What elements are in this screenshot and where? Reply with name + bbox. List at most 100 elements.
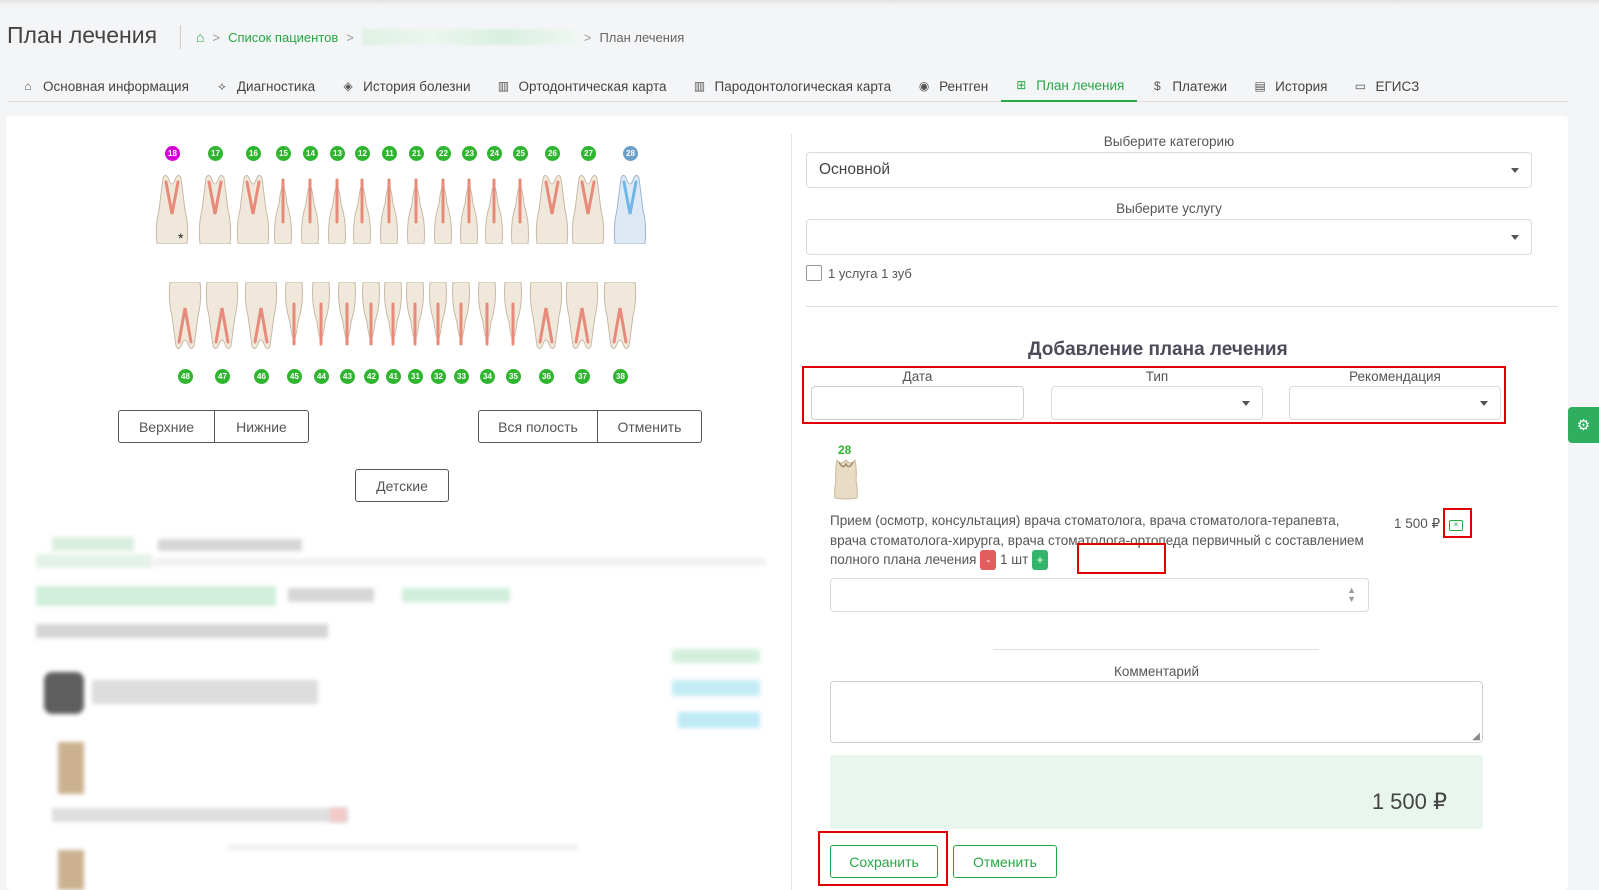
tooth-17[interactable] xyxy=(197,172,233,244)
tooth-11[interactable] xyxy=(377,172,401,244)
one-service-one-tooth-checkbox[interactable] xyxy=(806,265,822,281)
tooth-number-11[interactable]: 11 xyxy=(382,146,397,161)
breadcrumb-patient-name-redacted[interactable] xyxy=(361,29,576,45)
tooth-number-14[interactable]: 14 xyxy=(303,146,318,161)
tooth-number-47[interactable]: 47 xyxy=(215,369,230,384)
save-button[interactable]: Сохранить xyxy=(830,845,938,878)
recommendation-select[interactable] xyxy=(1289,386,1501,420)
tooth-number-28[interactable]: 28 xyxy=(623,146,638,161)
home-icon[interactable]: ⌂ xyxy=(196,29,204,45)
tooth-number-25[interactable]: 25 xyxy=(513,146,528,161)
resize-handle-icon[interactable]: ◢ xyxy=(1472,731,1480,742)
tooth-number-16[interactable]: 16 xyxy=(246,146,261,161)
tooth-24[interactable] xyxy=(482,172,506,244)
tooth-21[interactable] xyxy=(404,172,428,244)
tooth-36[interactable] xyxy=(528,282,564,352)
tooth-22[interactable] xyxy=(431,172,455,244)
tooth-18[interactable] xyxy=(154,172,190,244)
tab-treatment-plan[interactable]: ⊞ План лечения xyxy=(1001,70,1138,102)
tooth-number-18[interactable]: 18 xyxy=(165,146,180,161)
tooth-number-44[interactable]: 44 xyxy=(314,369,329,384)
tooth-number-33[interactable]: 33 xyxy=(454,369,469,384)
tooth-number-13[interactable]: 13 xyxy=(330,146,345,161)
tab-medical-history[interactable]: ◈ История болезни xyxy=(328,70,483,102)
children-teeth-button[interactable]: Детские xyxy=(355,469,449,502)
tooth-number-48[interactable]: 48 xyxy=(178,369,193,384)
tooth-number-41[interactable]: 41 xyxy=(386,369,401,384)
upper-jaw-button[interactable]: Верхние xyxy=(118,410,215,443)
quantity-decrease-button[interactable]: - xyxy=(980,550,997,571)
tooth-number-17[interactable]: 17 xyxy=(208,146,223,161)
tooth-12[interactable] xyxy=(350,172,374,244)
tooth-42[interactable] xyxy=(359,282,383,352)
tooth-45[interactable] xyxy=(282,282,306,352)
comment-textarea[interactable]: ◢ xyxy=(830,681,1483,743)
tooth-48[interactable] xyxy=(167,282,203,352)
cancel-selection-button[interactable]: Отменить xyxy=(597,410,702,443)
form-divider xyxy=(806,306,1558,307)
tooth-number-22[interactable]: 22 xyxy=(436,146,451,161)
tooth-number-42[interactable]: 42 xyxy=(364,369,379,384)
date-input[interactable] xyxy=(811,386,1024,420)
tooth-41[interactable] xyxy=(381,282,405,352)
tooth-38[interactable] xyxy=(602,282,638,352)
tooth-16[interactable] xyxy=(235,172,271,244)
lower-jaw-button[interactable]: Нижние xyxy=(214,410,309,443)
breadcrumb-patients-link[interactable]: Список пациентов xyxy=(228,30,338,45)
tooth-number-43[interactable]: 43 xyxy=(340,369,355,384)
tooth-number-26[interactable]: 26 xyxy=(545,146,560,161)
category-select[interactable]: Основной xyxy=(806,152,1532,188)
tooth-37[interactable] xyxy=(564,282,600,352)
tooth-number-27[interactable]: 27 xyxy=(581,146,596,161)
tooth-number-36[interactable]: 36 xyxy=(539,369,554,384)
whole-cavity-button[interactable]: Вся полость xyxy=(478,410,598,443)
tab-main-info[interactable]: ⌂ Основная информация xyxy=(8,70,202,102)
tooth-25[interactable] xyxy=(508,172,532,244)
tooth-47[interactable] xyxy=(204,282,240,352)
tooth-number-23[interactable]: 23 xyxy=(462,146,477,161)
tooth-number-38[interactable]: 38 xyxy=(613,369,628,384)
tooth-number-35[interactable]: 35 xyxy=(506,369,521,384)
settings-gear-icon[interactable]: ⚙ xyxy=(1568,407,1599,443)
tooth-35[interactable] xyxy=(501,282,525,352)
tooth-27[interactable] xyxy=(570,172,606,244)
tooth-15[interactable] xyxy=(271,172,295,244)
map-icon: ▥ xyxy=(497,79,510,93)
tooth-23[interactable] xyxy=(457,172,481,244)
tooth-number-45[interactable]: 45 xyxy=(287,369,302,384)
delete-service-icon[interactable]: × xyxy=(1449,520,1463,531)
quantity-increase-button[interactable]: + xyxy=(1032,550,1049,571)
tooth-31[interactable] xyxy=(403,282,427,352)
type-select[interactable] xyxy=(1051,386,1263,420)
tooth-26[interactable] xyxy=(534,172,570,244)
tab-orthodontic-chart[interactable]: ▥ Ортодонтическая карта xyxy=(484,70,680,102)
tooth-43[interactable] xyxy=(335,282,359,352)
tooth-46[interactable] xyxy=(243,282,279,352)
tab-label: Ортодонтическая карта xyxy=(518,78,667,94)
tooth-34[interactable] xyxy=(475,282,499,352)
tooth-33[interactable] xyxy=(449,282,473,352)
service-select[interactable] xyxy=(806,219,1532,255)
tab-xray[interactable]: ◉ Рентген xyxy=(904,70,1001,102)
tooth-number-34[interactable]: 34 xyxy=(480,369,495,384)
tooth-number-46[interactable]: 46 xyxy=(254,369,269,384)
service-extra-select[interactable]: ▲ ▼ xyxy=(830,578,1369,612)
tab-periodontal-chart[interactable]: ▥ Пародонтологическая карта xyxy=(680,70,905,102)
tooth-number-31[interactable]: 31 xyxy=(408,369,423,384)
tooth-28[interactable] xyxy=(612,172,648,244)
tooth-14[interactable] xyxy=(298,172,322,244)
cancel-button[interactable]: Отменить xyxy=(953,845,1057,878)
tooth-44[interactable] xyxy=(309,282,333,352)
tooth-number-15[interactable]: 15 xyxy=(276,146,291,161)
tooth-13[interactable] xyxy=(325,172,349,244)
tooth-32[interactable] xyxy=(426,282,450,352)
tooth-number-21[interactable]: 21 xyxy=(409,146,424,161)
tooth-number-12[interactable]: 12 xyxy=(355,146,370,161)
tab-payments[interactable]: $ Платежи xyxy=(1137,70,1240,102)
tab-egisz[interactable]: ▭ ЕГИСЗ xyxy=(1340,70,1432,102)
tooth-number-32[interactable]: 32 xyxy=(431,369,446,384)
tooth-number-37[interactable]: 37 xyxy=(575,369,590,384)
tooth-number-24[interactable]: 24 xyxy=(487,146,502,161)
tab-history[interactable]: ▤ История xyxy=(1240,70,1340,102)
tab-diagnostics[interactable]: ⟡ Диагностика xyxy=(202,70,328,102)
